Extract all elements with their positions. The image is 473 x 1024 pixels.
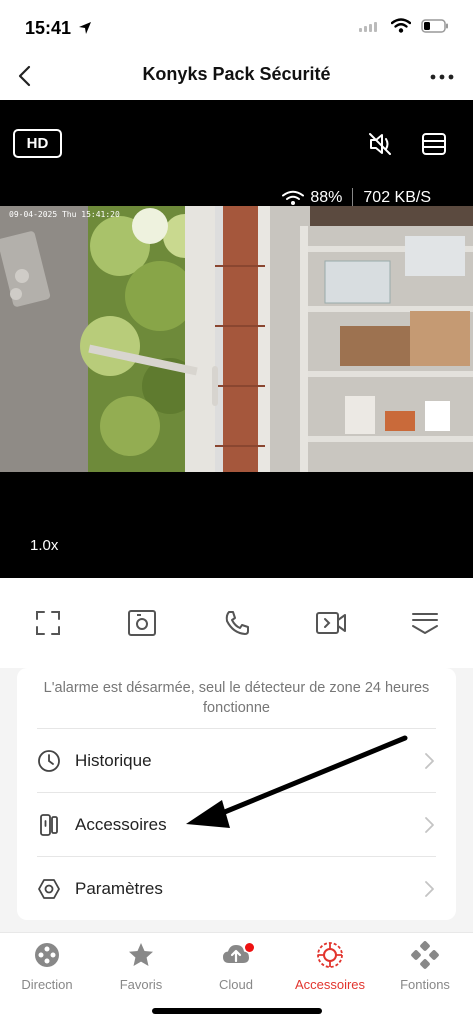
status-bar: 15:41: [0, 0, 473, 54]
star-icon: [129, 943, 153, 966]
fullscreen-button[interactable]: [32, 607, 64, 639]
network-info: 88% 702 KB/S: [282, 188, 431, 208]
camera-timestamp: 09-04-2025 Thu 15:41:20: [9, 210, 120, 219]
nav-label: Direction: [21, 977, 73, 992]
clock-icon: [38, 749, 60, 772]
nav-label: Accessoires: [294, 977, 366, 992]
alarm-status-message: L'alarme est désarmée, seul le détecteur…: [43, 680, 430, 716]
nav-label: Cloud: [219, 977, 253, 992]
record-icon: [315, 612, 346, 634]
status-indicators: [359, 18, 449, 33]
nav-label: Favoris: [119, 977, 163, 992]
nav-item-direction[interactable]: Direction: [0, 941, 94, 992]
settings-icon: [38, 878, 60, 899]
camera-feed: 09-04-2025 Thu 15:41:20: [0, 206, 473, 472]
call-button[interactable]: [221, 607, 253, 639]
more-options-button[interactable]: [429, 64, 455, 90]
record-button[interactable]: [315, 607, 347, 639]
notification-badge: [245, 943, 254, 952]
functions-icon: [411, 941, 439, 969]
wifi-icon: [391, 18, 411, 33]
chevron-right-icon: [425, 880, 434, 897]
bitrate-value: 702 KB/S: [363, 189, 431, 206]
cellular-signal-icon: [359, 21, 377, 32]
battery-icon: [421, 18, 448, 33]
camera-scene: [0, 206, 473, 472]
wifi-signal-value: 88%: [310, 189, 343, 206]
nav-item-accessoires[interactable]: Accessoires: [283, 941, 377, 992]
mute-icon[interactable]: [366, 130, 394, 158]
annotation-arrow-icon: [186, 735, 408, 828]
status-time: 15:41: [25, 18, 92, 39]
nav-label: Fontions: [400, 977, 450, 992]
nav-item-cloud[interactable]: Cloud: [189, 941, 283, 992]
direction-icon: [35, 943, 59, 967]
nav-item-fontions[interactable]: Fontions: [378, 941, 472, 992]
sensor-icon: [40, 813, 58, 836]
video-controls: [0, 578, 473, 668]
menu-item-parametres[interactable]: Paramètres: [37, 856, 436, 920]
zoom-level: 1.0x: [30, 537, 59, 554]
home-indicator: [152, 1008, 322, 1014]
chevron-right-icon: [425, 752, 434, 769]
collapse-button[interactable]: [409, 607, 441, 639]
accessories-icon: [317, 942, 343, 968]
header: Konyks Pack Sécurité: [0, 54, 473, 100]
divider: [352, 188, 354, 208]
call-icon: [225, 611, 249, 635]
menu-item-label: Paramètres: [75, 878, 163, 898]
fullscreen-icon: [36, 611, 60, 635]
hd-quality-button[interactable]: HD: [13, 129, 62, 158]
nav-item-favoris[interactable]: Favoris: [94, 941, 188, 992]
page-title: Konyks Pack Sécurité: [142, 64, 331, 84]
location-arrow-icon: [79, 22, 92, 34]
video-player[interactable]: HD 88% 702 KB/S 09-04-2025 Thu 15:41:20 …: [0, 100, 473, 578]
collapse-icon: [412, 613, 438, 634]
snapshot-icon: [128, 610, 157, 636]
wifi-signal-icon: [282, 190, 305, 205]
chevron-right-icon: [425, 816, 434, 833]
snapshot-button[interactable]: [126, 607, 158, 639]
layout-icon[interactable]: [420, 130, 448, 158]
